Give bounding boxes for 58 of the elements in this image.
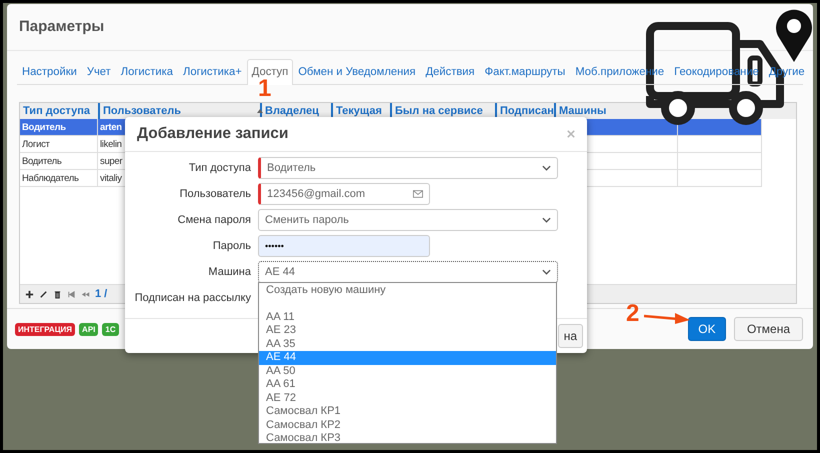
field-label: Смена пароля	[176, 214, 251, 226]
dropdown-option[interactable]: Самосвал КР3	[259, 432, 556, 446]
password-field[interactable]: ••••••	[258, 235, 430, 257]
email-field[interactable]: 123456@gmail.com	[258, 183, 430, 205]
dropdown-option[interactable]: AE 44	[259, 351, 556, 364]
field-label: Подписан на рассылку	[134, 292, 251, 304]
dropdown-option[interactable]: AA 35	[259, 338, 556, 351]
dropdown-option[interactable]: AA 50	[259, 364, 556, 378]
chevron-down-icon	[542, 165, 551, 171]
sort-icon	[257, 109, 263, 113]
dropdown-option[interactable]: AE 23	[259, 324, 556, 338]
edit-icon[interactable]	[39, 290, 48, 298]
table-cell: arten	[100, 122, 122, 133]
table-cell: vitaliy	[100, 173, 122, 184]
dropdown-option[interactable]: AE 72	[259, 392, 556, 405]
chevron-down-icon	[542, 269, 551, 275]
table-cell: Водитель	[22, 156, 62, 167]
ok-button[interactable]: OK	[688, 317, 726, 341]
envelope-icon	[413, 190, 423, 198]
dropdown-option[interactable]: Создать новую машину	[259, 284, 556, 298]
table-cell: Наблюдатель	[22, 173, 79, 184]
select-field[interactable]: Водитель	[258, 157, 558, 179]
select-field[interactable]: Сменить пароль	[258, 209, 558, 231]
add-icon[interactable]	[25, 290, 34, 298]
field-label: Машина	[207, 266, 251, 278]
previous-page-icon[interactable]	[81, 290, 90, 298]
step-number: 2	[626, 300, 640, 328]
dropdown-option[interactable]: Самосвал КР1	[259, 405, 556, 418]
integration-badge[interactable]: 1С	[102, 322, 119, 336]
dialog-button[interactable]: на	[558, 324, 583, 348]
table-cell: Водитель	[22, 122, 66, 133]
tab[interactable]: Факт.маршруты	[480, 59, 570, 84]
table-cell: Логист	[22, 139, 50, 150]
column-header[interactable]: Тип доступа	[20, 103, 98, 119]
field-label: Пароль	[212, 240, 251, 252]
dropdown-option[interactable]: AA 61	[259, 378, 556, 392]
tab[interactable]: Логистика	[116, 59, 178, 84]
tab[interactable]: Логистика+	[178, 59, 247, 84]
cancel-button[interactable]: Отмена	[734, 317, 803, 341]
tab[interactable]: Учет	[82, 59, 116, 84]
field-label: Тип доступа	[188, 162, 251, 174]
chevron-down-icon	[542, 217, 551, 223]
dialog-title: Добавление записи	[137, 125, 288, 143]
table-cell: super	[100, 156, 122, 167]
integration-badge[interactable]: API	[79, 322, 98, 336]
tab[interactable]: Обмен и Уведомления	[293, 59, 421, 84]
dropdown-option[interactable]: AA 11	[259, 310, 556, 324]
table-cell: likelin	[100, 139, 122, 150]
select-field[interactable]: AE 44	[258, 261, 558, 283]
tab[interactable]: Действия	[420, 59, 480, 84]
delete-icon[interactable]	[53, 290, 62, 298]
arrow-icon	[644, 312, 690, 324]
dropdown-option[interactable]: Самосвал КР2	[259, 418, 556, 432]
page-number: 1 /	[95, 288, 108, 300]
first-page-icon[interactable]	[67, 290, 76, 298]
tab[interactable]: Настройки	[17, 59, 82, 84]
field-label: Пользователь	[178, 188, 251, 200]
integration-badge[interactable]: ИНТЕГРАЦИЯ	[15, 322, 76, 336]
